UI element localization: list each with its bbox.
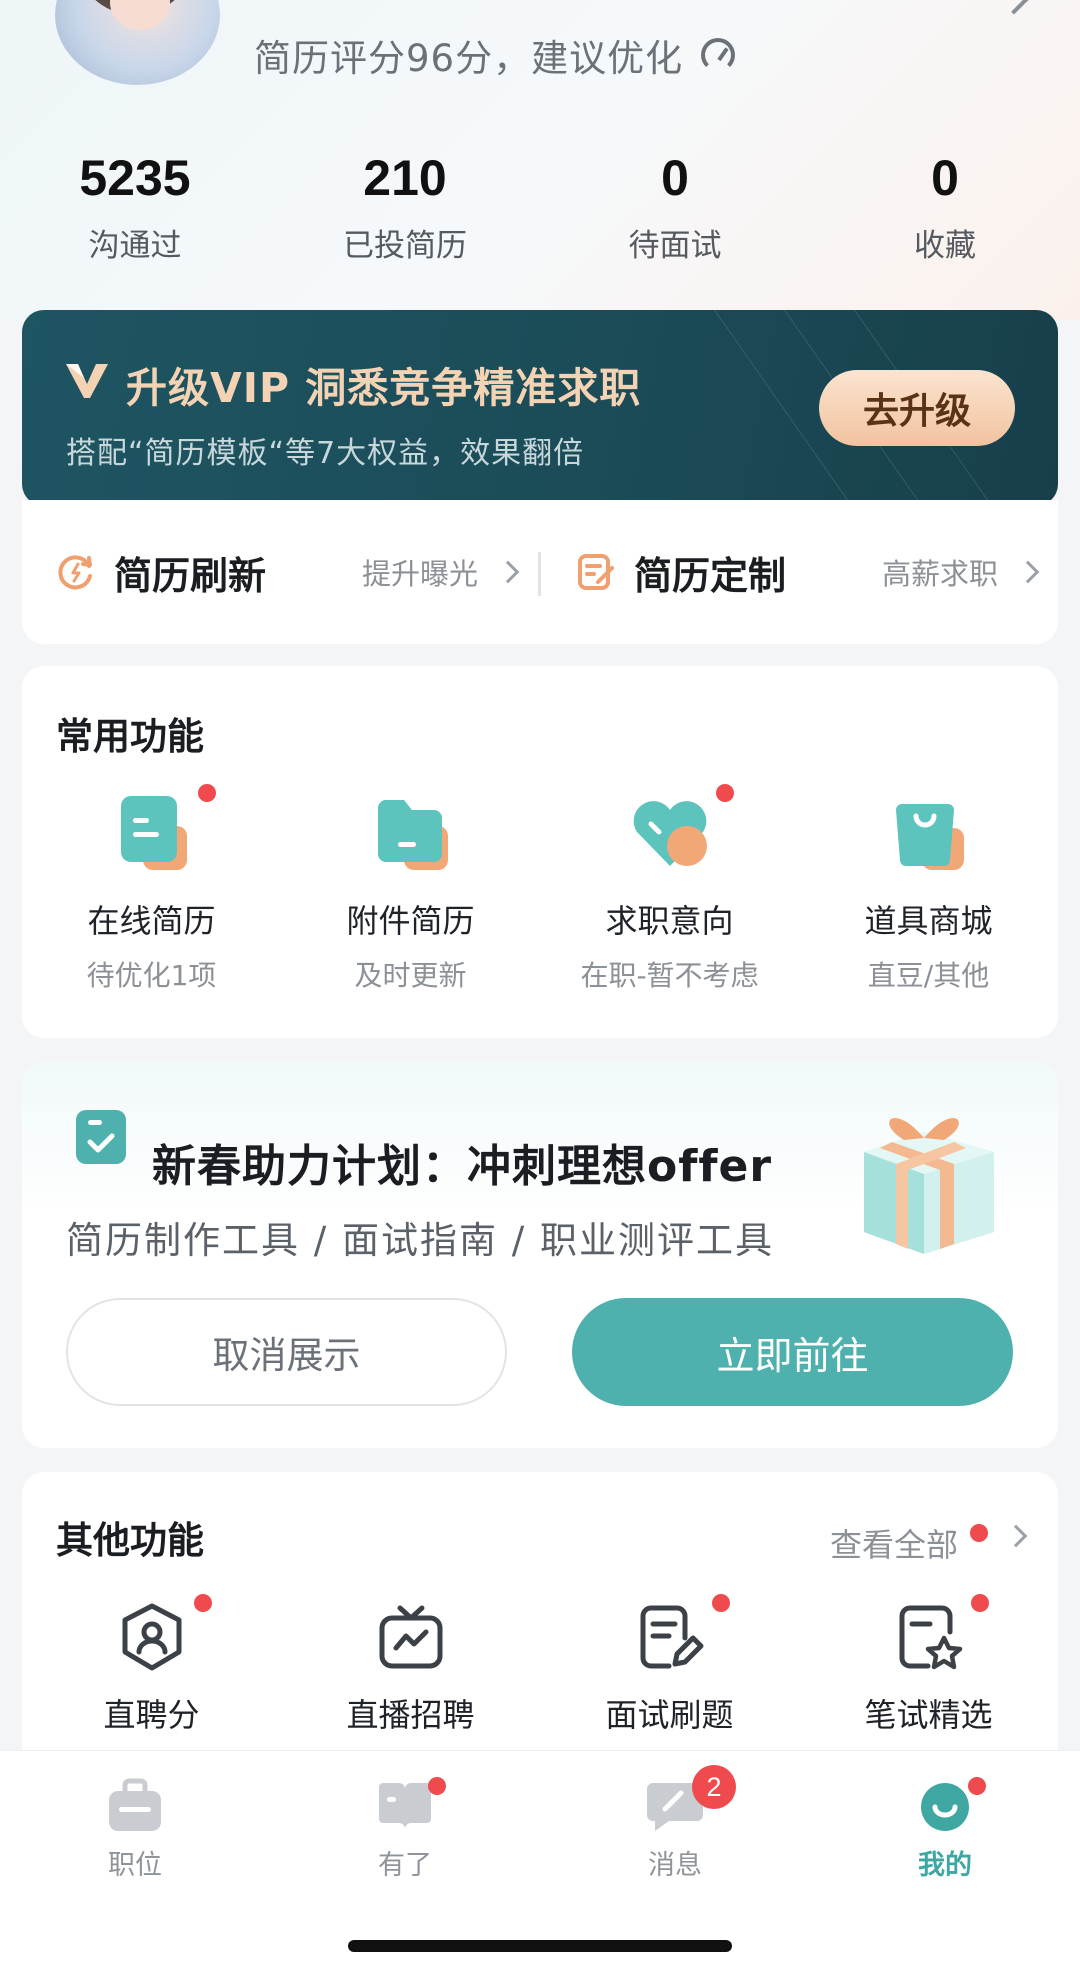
stat-value: 5235: [79, 150, 191, 206]
message-badge: 2: [692, 1765, 736, 1809]
func-name: 直聘分: [103, 1696, 200, 1734]
stat-interviews[interactable]: 0 待面试: [540, 150, 810, 265]
edit-doc-icon: [578, 554, 614, 590]
quick-subtitle: 提升曝光: [362, 557, 479, 591]
heart-icon: [625, 788, 715, 878]
notification-dot: [970, 1524, 988, 1542]
func-sub: 及时更新: [354, 959, 467, 992]
stat-value: 0: [931, 150, 959, 206]
promo-subtitle: 简历制作工具 / 面试指南 / 职业测评工具: [66, 1219, 774, 1262]
other-functions-card: 其他功能 查看全部 直聘分 直播招聘 面试刷题 笔试精选: [22, 1472, 1058, 1772]
promo-card: 新春助力计划：冲刺理想offer 简历制作工具 / 面试指南 / 职业测评工具 …: [22, 1062, 1058, 1448]
vip-banner[interactable]: 升级VIP 洞悉竞争精准求职 搭配“简历模板“等7大权益，效果翻倍 去升级: [22, 310, 1058, 506]
section-title: 其他功能: [56, 1519, 204, 1562]
cancel-display-button[interactable]: 取消展示: [66, 1298, 507, 1406]
job-intention-item[interactable]: 求职意向 在职-暂不考虑: [540, 784, 799, 994]
online-resume-item[interactable]: 在线简历 待优化1项: [22, 784, 281, 994]
checklist-icon: [76, 1110, 126, 1164]
tab-label: 职位: [108, 1850, 162, 1881]
notification-dot: [712, 1594, 730, 1612]
tab-jobs[interactable]: 职位: [0, 1777, 270, 1882]
func-name: 直播招聘: [346, 1696, 475, 1734]
gauge-icon: [701, 38, 736, 72]
notification-dot: [198, 784, 216, 802]
stat-contacted[interactable]: 5235 沟通过: [0, 150, 270, 265]
tab-label: 有了: [378, 1850, 432, 1881]
func-sub: 待优化1项: [86, 959, 217, 992]
quick-subtitle: 高薪求职: [882, 557, 999, 591]
func-name: 笔试精选: [864, 1696, 993, 1734]
attachment-resume-item[interactable]: 附件简历 及时更新: [281, 788, 540, 994]
notification-dot: [971, 1594, 989, 1612]
vip-subtitle: 搭配“简历模板“等7大权益，效果翻倍: [66, 436, 585, 471]
live-recruit-item[interactable]: 直播招聘: [281, 1602, 540, 1736]
user-shield-icon: [117, 1602, 187, 1672]
home-indicator[interactable]: [348, 1940, 732, 1952]
stat-applied[interactable]: 210 已投简历: [270, 150, 540, 265]
chevron-right-icon[interactable]: [998, 0, 1030, 15]
zhipin-score-item[interactable]: 直聘分: [22, 1594, 281, 1736]
resume-score-text: 简历评分96分，建议优化: [254, 37, 684, 80]
stat-value: 210: [363, 150, 447, 206]
divider: [538, 552, 541, 596]
notification-dot: [194, 1594, 212, 1612]
book-icon: [375, 1777, 435, 1833]
star-doc-icon: [894, 1602, 964, 1672]
func-sub: 在职-暂不考虑: [580, 959, 759, 992]
section-title: 常用功能: [56, 715, 204, 758]
written-test-item[interactable]: 笔试精选: [799, 1594, 1058, 1736]
stat-value: 0: [661, 150, 689, 206]
chevron-right-icon: [1016, 560, 1040, 584]
shopping-bag-icon: [884, 788, 974, 878]
notification-dot: [968, 1777, 986, 1795]
vip-logo-icon: [66, 364, 108, 398]
item-store-item[interactable]: 道具商城 直豆/其他: [799, 788, 1058, 994]
quick-title: 简历刷新: [114, 553, 267, 598]
quick-title: 简历定制: [634, 553, 787, 598]
briefcase-icon: [105, 1777, 165, 1833]
tab-label: 消息: [648, 1850, 702, 1881]
func-sub: 直豆/其他: [867, 959, 990, 992]
tab-messages[interactable]: 2 消息: [540, 1765, 810, 1882]
tab-youle[interactable]: 有了: [270, 1777, 540, 1882]
stats-row: 5235 沟通过 210 已投简历 0 待面试 0 收藏: [0, 150, 1080, 265]
vip-title: 升级VIP 洞悉竞争精准求职: [126, 364, 642, 412]
online-resume-icon: [107, 788, 197, 878]
resume-custom-link[interactable]: 简历定制 高薪求职: [576, 500, 1046, 644]
chevron-right-icon[interactable]: [1004, 1524, 1028, 1548]
func-name: 面试刷题: [605, 1696, 734, 1734]
resume-score[interactable]: 简历评分96分，建议优化: [254, 28, 736, 82]
folder-icon: [366, 788, 456, 878]
chevron-right-icon: [496, 560, 520, 584]
promo-title: 新春助力计划：冲刺理想offer: [152, 1141, 773, 1192]
stat-label: 收藏: [914, 228, 976, 264]
stat-favorites[interactable]: 0 收藏: [810, 150, 1080, 265]
view-all-link[interactable]: 查看全部: [830, 1520, 958, 1566]
stat-label: 已投简历: [343, 228, 467, 264]
resume-refresh-link[interactable]: 简历刷新 提升曝光: [56, 500, 526, 644]
tab-mine[interactable]: 我的: [810, 1777, 1080, 1882]
interview-practice-item[interactable]: 面试刷题: [540, 1594, 799, 1736]
profile-header[interactable]: 简历评分96分，建议优化: [0, 0, 1080, 130]
upgrade-button[interactable]: 去升级: [819, 370, 1015, 446]
stat-label: 待面试: [628, 228, 722, 264]
smile-face-icon: [915, 1777, 975, 1833]
go-now-button[interactable]: 立即前往: [572, 1298, 1013, 1406]
tv-icon: [376, 1602, 446, 1672]
func-name: 附件简历: [346, 902, 475, 940]
note-edit-icon: [635, 1602, 705, 1672]
notification-dot: [428, 1777, 446, 1795]
func-name: 在线简历: [87, 902, 216, 940]
stat-label: 沟通过: [88, 228, 182, 264]
common-functions-card: 常用功能 在线简历 待优化1项 附件简历 及时更新 求职意向 在职-暂不考虑 道…: [22, 666, 1058, 1038]
quick-links: 简历刷新 提升曝光 简历定制 高薪求职: [22, 500, 1058, 644]
refresh-icon: [58, 555, 92, 590]
gift-box-icon: [864, 1117, 994, 1254]
func-name: 求职意向: [605, 902, 734, 940]
tab-label: 我的: [918, 1850, 972, 1881]
avatar[interactable]: [55, 0, 220, 85]
notification-dot: [716, 784, 734, 802]
func-name: 道具商城: [864, 902, 993, 940]
